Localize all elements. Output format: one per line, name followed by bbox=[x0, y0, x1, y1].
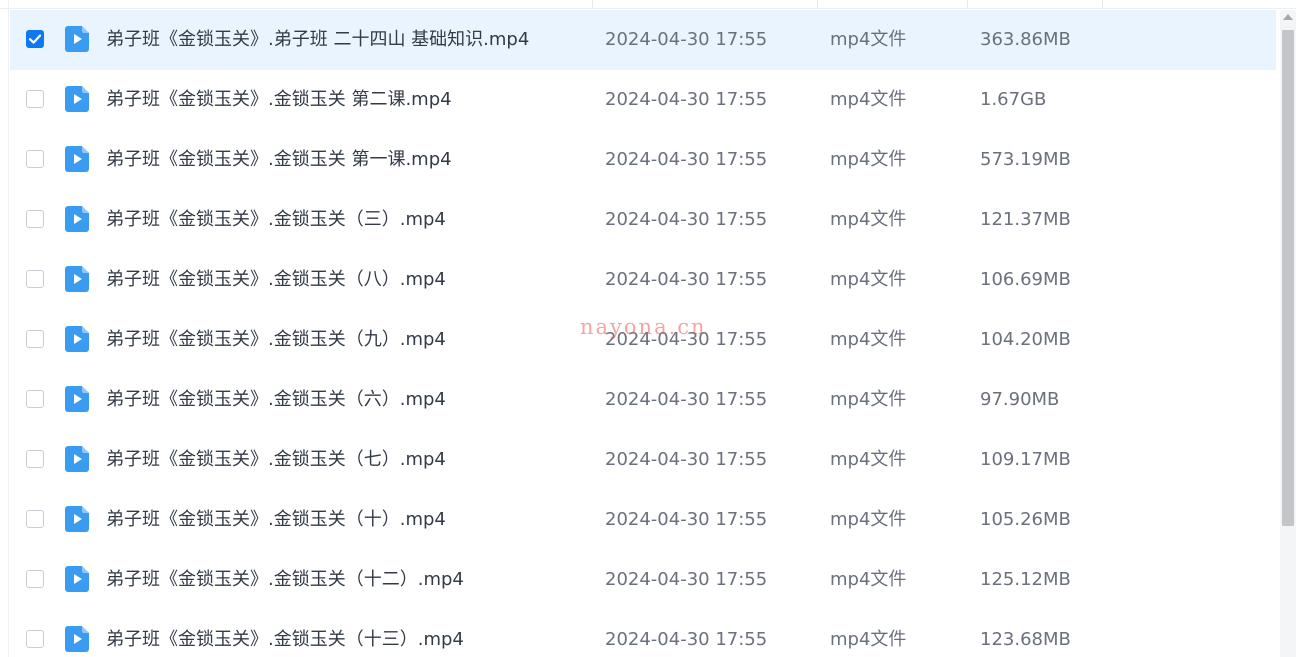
panel-border bbox=[8, 0, 9, 657]
file-row[interactable]: 弟子班《金锁玉关》.金锁玉关（七）.mp4 2024-04-30 17:55 m… bbox=[10, 430, 1276, 490]
file-modified-time: 2024-04-30 17:55 bbox=[605, 509, 768, 530]
video-file-icon bbox=[65, 626, 89, 652]
file-type: mp4文件 bbox=[830, 89, 907, 110]
file-type: mp4文件 bbox=[830, 509, 907, 530]
file-type: mp4文件 bbox=[830, 29, 907, 50]
file-modified-time: 2024-04-30 17:55 bbox=[605, 389, 768, 410]
file-type: mp4文件 bbox=[830, 389, 907, 410]
column-divider[interactable] bbox=[592, 0, 593, 8]
video-file-icon bbox=[65, 26, 89, 52]
file-size: 121.37MB bbox=[980, 209, 1071, 230]
file-name[interactable]: 弟子班《金锁玉关》.金锁玉关（八）.mp4 bbox=[106, 250, 446, 310]
file-row[interactable]: 弟子班《金锁玉关》.金锁玉关（三）.mp4 2024-04-30 17:55 m… bbox=[10, 190, 1276, 250]
file-modified-time: 2024-04-30 17:55 bbox=[605, 209, 768, 230]
row-checkbox[interactable] bbox=[26, 630, 44, 648]
row-checkbox[interactable] bbox=[26, 450, 44, 468]
file-name[interactable]: 弟子班《金锁玉关》.金锁玉关（七）.mp4 bbox=[106, 430, 446, 490]
file-type: mp4文件 bbox=[830, 149, 907, 170]
file-row[interactable]: 弟子班《金锁玉关》.金锁玉关（六）.mp4 2024-04-30 17:55 m… bbox=[10, 370, 1276, 430]
file-modified-time: 2024-04-30 17:55 bbox=[605, 629, 768, 650]
file-name[interactable]: 弟子班《金锁玉关》.金锁玉关（十三）.mp4 bbox=[106, 610, 464, 657]
watermark-text: nayona.cn bbox=[580, 315, 707, 339]
file-type: mp4文件 bbox=[830, 449, 907, 470]
video-file-icon bbox=[65, 86, 89, 112]
file-name[interactable]: 弟子班《金锁玉关》.金锁玉关（三）.mp4 bbox=[106, 190, 446, 250]
file-type: mp4文件 bbox=[830, 209, 907, 230]
video-file-icon bbox=[65, 206, 89, 232]
file-name[interactable]: 弟子班《金锁玉关》.金锁玉关（十二）.mp4 bbox=[106, 550, 464, 610]
row-checkbox[interactable] bbox=[26, 330, 44, 348]
file-size: 573.19MB bbox=[980, 149, 1071, 170]
file-row[interactable]: 弟子班《金锁玉关》.金锁玉关 第二课.mp4 2024-04-30 17:55 … bbox=[10, 70, 1276, 130]
file-size: 363.86MB bbox=[980, 29, 1071, 50]
file-size: 125.12MB bbox=[980, 569, 1071, 590]
video-file-icon bbox=[65, 386, 89, 412]
video-file-icon bbox=[65, 506, 89, 532]
row-checkbox[interactable] bbox=[26, 150, 44, 168]
file-row[interactable]: 弟子班《金锁玉关》.金锁玉关（十三）.mp4 2024-04-30 17:55 … bbox=[10, 610, 1276, 657]
file-name[interactable]: 弟子班《金锁玉关》.金锁玉关 第一课.mp4 bbox=[106, 130, 452, 190]
file-row[interactable]: 弟子班《金锁玉关》.金锁玉关（十二）.mp4 2024-04-30 17:55 … bbox=[10, 550, 1276, 610]
file-type: mp4文件 bbox=[830, 629, 907, 650]
file-name[interactable]: 弟子班《金锁玉关》.金锁玉关（六）.mp4 bbox=[106, 370, 446, 430]
file-name[interactable]: 弟子班《金锁玉关》.金锁玉关（十）.mp4 bbox=[106, 490, 446, 550]
file-name[interactable]: 弟子班《金锁玉关》.金锁玉关 第二课.mp4 bbox=[106, 70, 452, 130]
row-checkbox[interactable] bbox=[26, 30, 44, 48]
file-type: mp4文件 bbox=[830, 269, 907, 290]
file-row[interactable]: 弟子班《金锁玉关》.金锁玉关（十）.mp4 2024-04-30 17:55 m… bbox=[10, 490, 1276, 550]
file-size: 123.68MB bbox=[980, 629, 1071, 650]
file-modified-time: 2024-04-30 17:55 bbox=[605, 569, 768, 590]
row-checkbox[interactable] bbox=[26, 90, 44, 108]
file-modified-time: 2024-04-30 17:55 bbox=[605, 89, 768, 110]
file-modified-time: 2024-04-30 17:55 bbox=[605, 149, 768, 170]
file-type: mp4文件 bbox=[830, 569, 907, 590]
file-row[interactable]: 弟子班《金锁玉关》.弟子班 二十四山 基础知识.mp4 2024-04-30 1… bbox=[10, 10, 1276, 70]
file-modified-time: 2024-04-30 17:55 bbox=[605, 449, 768, 470]
file-modified-time: 2024-04-30 17:55 bbox=[605, 269, 768, 290]
row-checkbox[interactable] bbox=[26, 270, 44, 288]
column-divider[interactable] bbox=[1102, 0, 1103, 8]
file-size: 106.69MB bbox=[980, 269, 1071, 290]
scroll-up-arrow-icon[interactable] bbox=[1283, 14, 1293, 20]
video-file-icon bbox=[65, 266, 89, 292]
row-checkbox[interactable] bbox=[26, 510, 44, 528]
file-size: 97.90MB bbox=[980, 389, 1060, 410]
file-modified-time: 2024-04-30 17:55 bbox=[605, 29, 768, 50]
row-checkbox[interactable] bbox=[26, 570, 44, 588]
checkmark-icon bbox=[28, 34, 42, 44]
scrollbar-thumb[interactable] bbox=[1282, 30, 1294, 526]
column-divider[interactable] bbox=[967, 0, 968, 8]
file-row[interactable]: 弟子班《金锁玉关》.金锁玉关（八）.mp4 2024-04-30 17:55 m… bbox=[10, 250, 1276, 310]
file-browser-window: 弟子班《金锁玉关》.弟子班 二十四山 基础知识.mp4 2024-04-30 1… bbox=[0, 0, 1296, 657]
row-checkbox[interactable] bbox=[26, 210, 44, 228]
file-name[interactable]: 弟子班《金锁玉关》.弟子班 二十四山 基础知识.mp4 bbox=[106, 10, 529, 70]
file-name[interactable]: 弟子班《金锁玉关》.金锁玉关（九）.mp4 bbox=[106, 310, 446, 370]
column-divider[interactable] bbox=[817, 0, 818, 8]
file-size: 109.17MB bbox=[980, 449, 1071, 470]
video-file-icon bbox=[65, 326, 89, 352]
row-checkbox[interactable] bbox=[26, 390, 44, 408]
file-size: 1.67GB bbox=[980, 89, 1047, 110]
file-size: 105.26MB bbox=[980, 509, 1071, 530]
video-file-icon bbox=[65, 146, 89, 172]
file-size: 104.20MB bbox=[980, 329, 1071, 350]
file-row[interactable]: 弟子班《金锁玉关》.金锁玉关 第一课.mp4 2024-04-30 17:55 … bbox=[10, 130, 1276, 190]
file-type: mp4文件 bbox=[830, 329, 907, 350]
video-file-icon bbox=[65, 446, 89, 472]
video-file-icon bbox=[65, 566, 89, 592]
